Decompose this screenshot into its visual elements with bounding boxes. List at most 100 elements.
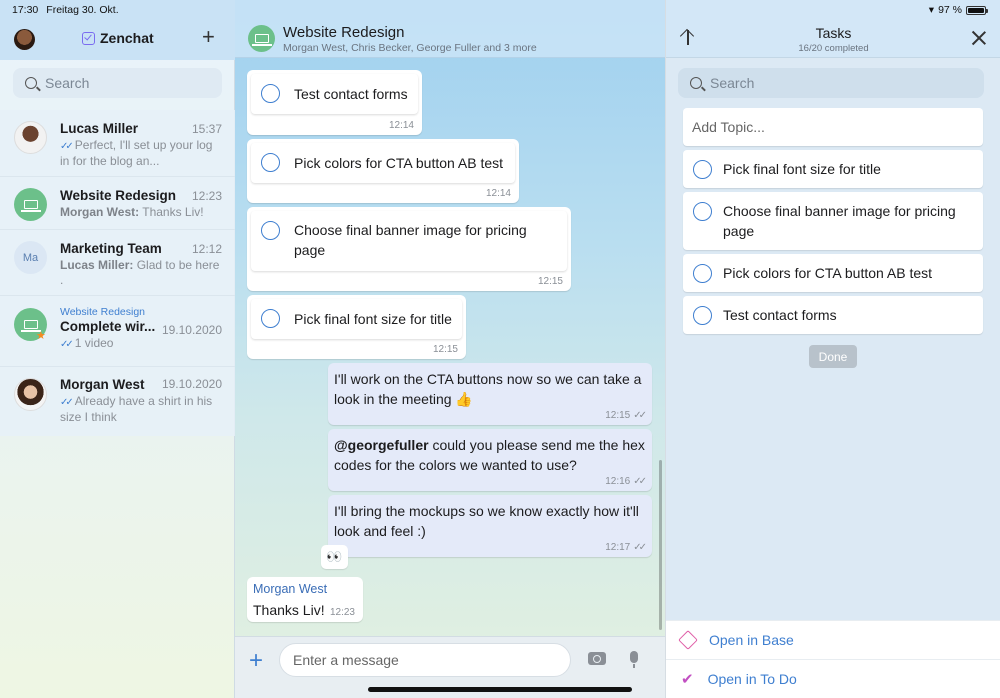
tasks-panel: Tasks 16/20 completed Search Add Topic..…: [665, 0, 1000, 698]
chat-list-item-complete-wireframes[interactable]: ★ Website Redesign Complete wir... 19.10…: [0, 296, 235, 367]
sender-name[interactable]: Morgan West: [253, 582, 327, 596]
outgoing-message[interactable]: I'll work on the CTA buttons now so we c…: [328, 363, 652, 425]
chat-name: Morgan West: [60, 377, 145, 392]
open-in-base-link[interactable]: Open in Base: [666, 620, 1000, 659]
message-meta: 12:16 ✓✓: [605, 476, 647, 487]
open-in-todo-link[interactable]: ✔ Open in To Do: [666, 659, 1000, 698]
message-text: @georgefuller could you please send me t…: [334, 435, 646, 475]
task-text: Pick final font size for title: [294, 311, 452, 327]
task-item[interactable]: Test contact forms: [683, 296, 983, 334]
chat-name: Complete wir...: [60, 319, 156, 334]
attach-plus-icon[interactable]: +: [249, 647, 263, 675]
preview-text: Perfect, I'll set up your log in for the…: [60, 138, 213, 168]
chat-time: 12:12: [191, 242, 222, 256]
sidebar-search-input[interactable]: Search: [13, 68, 222, 98]
message-placeholder: Enter a message: [293, 652, 399, 668]
app-name: Zenchat: [100, 30, 154, 46]
preview-sender: Lucas Miller:: [60, 258, 134, 272]
camera-icon[interactable]: [588, 652, 606, 665]
task-checkbox[interactable]: [693, 160, 712, 179]
chat-header[interactable]: Website Redesign Morgan West, Chris Beck…: [235, 0, 665, 58]
zenchat-logo-icon: [82, 31, 95, 45]
task-message[interactable]: Pick colors for CTA button AB test 12:14: [247, 139, 519, 203]
task-message[interactable]: Test contact forms 12:14: [247, 70, 422, 135]
task-checkbox[interactable]: [693, 202, 712, 221]
message-input[interactable]: Enter a message: [279, 643, 571, 677]
double-check-icon: ✓✓: [633, 542, 647, 553]
double-check-icon: ✓✓: [633, 410, 647, 421]
new-chat-plus-icon[interactable]: +: [202, 26, 215, 48]
search-placeholder: Search: [710, 75, 755, 91]
star-icon: ★: [36, 330, 46, 342]
mention[interactable]: @georgefuller: [334, 437, 429, 453]
chat-list-item-morgan-west[interactable]: Morgan West 19.10.2020 ✓✓ Already have a …: [0, 367, 235, 436]
chat-preview: ✓✓ Already have a shirt in his size I thi…: [60, 394, 220, 425]
add-topic-input[interactable]: Add Topic...: [683, 108, 983, 146]
message-time: 12:14: [485, 188, 511, 199]
chat-list: Lucas Miller 15:37 ✓✓ Perfect, I'll set u…: [0, 110, 235, 436]
search-icon: [25, 77, 37, 89]
status-bar-right: ▾ 97 %: [929, 4, 988, 16]
microphone-icon[interactable]: [630, 651, 638, 668]
close-icon[interactable]: [971, 30, 987, 46]
app-title: Zenchat: [82, 30, 154, 46]
reaction-eyes[interactable]: 👀: [321, 545, 348, 569]
task-text: Pick colors for CTA button AB test: [723, 265, 933, 281]
double-check-icon: ✓✓: [633, 476, 647, 487]
message-text: I'll work on the CTA buttons now so we c…: [334, 371, 642, 407]
task-message[interactable]: Choose final banner image for pricing pa…: [247, 207, 571, 291]
tasks-body: Search Add Topic... Pick final font size…: [666, 58, 1000, 620]
message-time: 12:16: [605, 476, 631, 487]
incoming-message[interactable]: Morgan West Thanks Liv! 12:23: [247, 577, 363, 622]
chat-name: Website Redesign: [60, 188, 177, 203]
task-message[interactable]: Pick final font size for title 12:15: [247, 295, 466, 359]
task-checkbox[interactable]: [693, 306, 712, 325]
chat-list-item-website-redesign[interactable]: Website Redesign 12:23 Morgan West: Than…: [0, 177, 235, 230]
message-time: 12:15: [537, 276, 563, 287]
chat-list-item-marketing-team[interactable]: Ma Marketing Team 12:12 Lucas Miller: Gl…: [0, 230, 235, 296]
chat-panel: Website Redesign Morgan West, Chris Beck…: [235, 0, 665, 698]
avatar: [14, 121, 47, 154]
task-card[interactable]: Choose final banner image for pricing pa…: [251, 211, 567, 271]
chat-list-item-lucas-miller[interactable]: Lucas Miller 15:37 ✓✓ Perfect, I'll set u…: [0, 110, 235, 177]
base-app-icon: [678, 630, 698, 650]
task-item[interactable]: Pick colors for CTA button AB test: [683, 254, 983, 292]
task-checkbox[interactable]: [693, 264, 712, 283]
chat-preview: Lucas Miller: Glad to be here .: [60, 258, 220, 288]
chat-group-label: Website Redesign: [60, 306, 146, 318]
battery-icon: [966, 5, 988, 15]
task-checkbox[interactable]: [261, 221, 280, 240]
outgoing-message[interactable]: @georgefuller could you please send me t…: [328, 429, 652, 491]
profile-avatar[interactable]: [14, 29, 35, 50]
double-check-icon: ✓✓: [60, 141, 74, 152]
task-text: Test contact forms: [294, 86, 408, 102]
task-item[interactable]: Pick final font size for title: [683, 150, 983, 188]
add-topic-placeholder: Add Topic...: [692, 119, 765, 135]
tasks-search-input[interactable]: Search: [678, 68, 984, 98]
search-icon: [690, 77, 702, 89]
message-time: 12:17: [605, 542, 631, 553]
battery-percent: 97 %: [938, 4, 962, 16]
search-placeholder: Search: [45, 75, 90, 91]
tasks-title: Tasks: [815, 25, 852, 41]
todo-check-icon: ✔: [681, 671, 694, 688]
status-time: 17:30: [12, 4, 39, 16]
double-check-icon: ✓✓: [60, 339, 74, 350]
task-item[interactable]: Choose final banner image for pricing pa…: [683, 192, 983, 250]
message-time: 12:15: [432, 344, 458, 355]
task-checkbox[interactable]: [261, 309, 280, 328]
task-card[interactable]: Pick colors for CTA button AB test: [251, 143, 515, 183]
task-card[interactable]: Pick final font size for title: [251, 299, 462, 339]
task-checkbox[interactable]: [261, 153, 280, 172]
done-button[interactable]: Done: [809, 345, 857, 368]
chat-scrollbar[interactable]: [659, 460, 662, 630]
message-time: 12:14: [388, 120, 414, 131]
group-avatar: [14, 188, 47, 221]
task-checkbox[interactable]: [261, 84, 280, 103]
home-indicator[interactable]: [368, 687, 632, 692]
preview-text: Thanks Liv!: [142, 205, 204, 219]
task-card[interactable]: Test contact forms: [251, 74, 418, 114]
avatar: [14, 378, 47, 411]
outgoing-message[interactable]: I'll bring the mockups so we know exactl…: [328, 495, 652, 557]
task-text: Test contact forms: [723, 307, 837, 323]
